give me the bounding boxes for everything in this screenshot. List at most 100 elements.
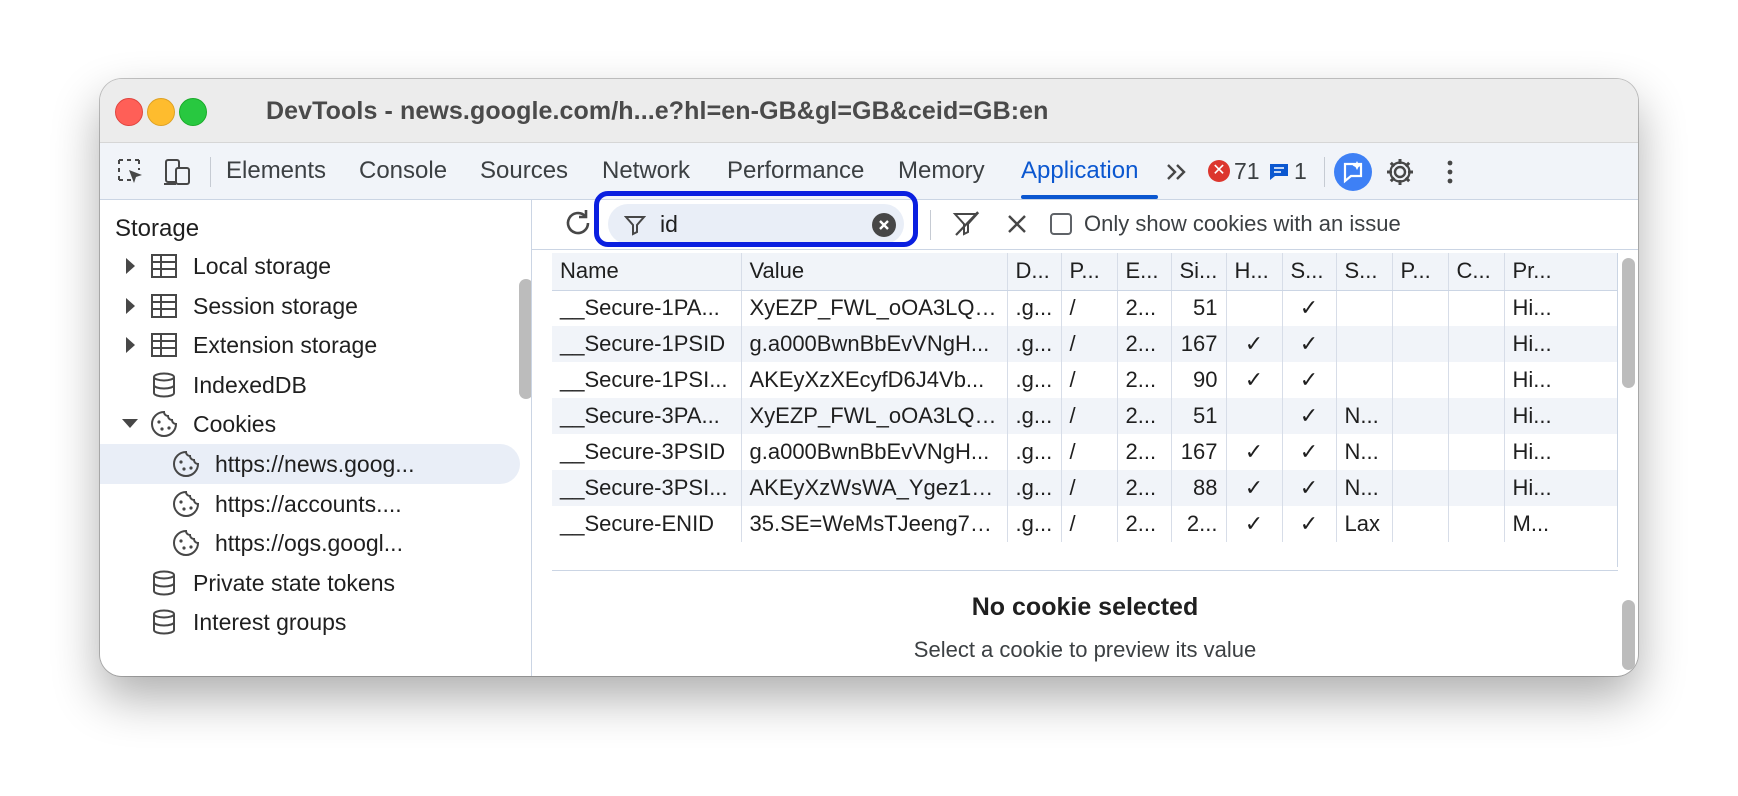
column-header-domain[interactable]: D...	[1007, 253, 1062, 291]
message-count[interactable]: 1	[1294, 158, 1307, 185]
cell-name: __Secure-1PSID	[552, 326, 742, 362]
error-count[interactable]: 71	[1234, 158, 1260, 185]
cookie-preview-pane: No cookie selected Select a cookie to pr…	[552, 570, 1618, 676]
cell-name: __Secure-1PA...	[552, 290, 742, 326]
delete-all-cookies-icon[interactable]	[1002, 209, 1032, 239]
table-header-row: Name Value D... P... E... Si... H... S..…	[552, 253, 1617, 291]
devtools-window: DevTools - news.google.com/h...e?hl=en-G…	[100, 79, 1638, 676]
expand-arrow-icon[interactable]	[126, 298, 135, 314]
tab-performance[interactable]: Performance	[727, 157, 864, 185]
table-row[interactable]: __Secure-ENID 35.SE=WeMsTJeeng7u... .g... /…	[552, 506, 1617, 542]
sidebar-item-label: Cookies	[193, 411, 277, 437]
cell-samesite	[1336, 362, 1393, 398]
cell-expires: 2...	[1117, 398, 1172, 434]
sidebar-item-label: https://accounts....	[215, 491, 402, 517]
table-row[interactable]: __Secure-1PA... XyEZP_FWL_oOA3LQ/... .g...…	[552, 290, 1617, 326]
tab-console[interactable]: Console	[359, 157, 447, 185]
cell-httponly	[1226, 290, 1283, 326]
cell-partition-key	[1392, 290, 1449, 326]
storage-heading: Storage	[115, 215, 200, 242]
collapse-arrow-icon[interactable]	[122, 419, 138, 428]
tab-memory[interactable]: Memory	[898, 157, 985, 185]
sidebar-item-interest-groups[interactable]: Interest groups	[100, 602, 520, 642]
column-header-size[interactable]: Si...	[1171, 253, 1227, 291]
more-options-icon[interactable]	[1435, 157, 1465, 187]
settings-gear-icon[interactable]	[1385, 157, 1415, 187]
cookie-icon	[173, 529, 200, 556]
column-header-path[interactable]: P...	[1061, 253, 1118, 291]
column-header-partition-key[interactable]: P...	[1392, 253, 1449, 291]
cell-priority: Hi...	[1504, 326, 1617, 362]
sidebar-item-local-storage[interactable]: Local storage	[100, 246, 520, 286]
sidebar-item-indexeddb[interactable]: IndexedDB	[100, 365, 520, 405]
table-row[interactable]: __Secure-3PA... XyEZP_FWL_oOA3LQ/... .g...…	[552, 398, 1617, 434]
cell-path: /	[1061, 434, 1118, 470]
sidebar-item-private-state-tokens[interactable]: Private state tokens	[100, 563, 520, 603]
tab-sources[interactable]: Sources	[480, 157, 568, 185]
cell-priority: M...	[1504, 506, 1617, 542]
cell-samesite: N...	[1336, 398, 1393, 434]
table-row[interactable]: __Secure-3PSI... AKEyXzWsWA_Ygez16... .g..…	[552, 470, 1617, 506]
minimize-window-button[interactable]	[147, 98, 175, 126]
sidebar-scrollbar[interactable]	[519, 279, 531, 399]
preview-scrollbar[interactable]	[1622, 600, 1635, 670]
column-header-httponly[interactable]: H...	[1226, 253, 1283, 291]
column-header-cross-site[interactable]: C...	[1448, 253, 1505, 291]
expand-arrow-icon[interactable]	[126, 258, 135, 274]
refresh-icon[interactable]	[562, 207, 594, 239]
column-header-value[interactable]: Value	[741, 253, 1008, 291]
tab-application[interactable]: Application	[1021, 157, 1138, 185]
more-tabs-icon[interactable]	[1162, 157, 1192, 187]
cell-path: /	[1061, 362, 1118, 398]
toolbar-separator	[1324, 157, 1325, 187]
clear-filtered-cookies-icon[interactable]	[952, 209, 982, 239]
sidebar-item-cookie-accounts[interactable]: https://accounts....	[100, 484, 520, 524]
cell-name: __Secure-1PSI...	[552, 362, 742, 398]
table-row[interactable]: __Secure-3PSID g.a000BwnBbEvVNgH... .g... /…	[552, 434, 1617, 470]
cell-priority: Hi...	[1504, 398, 1617, 434]
expand-arrow-icon[interactable]	[126, 337, 135, 353]
cell-secure: ✓	[1282, 434, 1337, 470]
message-count-icon[interactable]	[1268, 162, 1290, 181]
cell-samesite	[1336, 326, 1393, 362]
cell-partition-key	[1392, 398, 1449, 434]
cell-httponly: ✓	[1226, 326, 1283, 362]
cell-cross-site	[1448, 326, 1505, 362]
column-header-priority[interactable]: Pr...	[1504, 253, 1617, 291]
sidebar-item-cookie-ogs[interactable]: https://ogs.googl...	[100, 523, 520, 563]
ai-assistance-button[interactable]	[1334, 153, 1372, 191]
cell-httponly: ✓	[1226, 362, 1283, 398]
sidebar-item-label: IndexedDB	[193, 372, 307, 398]
cell-partition-key	[1392, 506, 1449, 542]
column-header-expires[interactable]: E...	[1117, 253, 1172, 291]
cookies-table: Name Value D... P... E... Si... H... S..…	[552, 253, 1618, 567]
device-toolbar-icon[interactable]	[162, 157, 192, 187]
column-header-samesite[interactable]: S...	[1336, 253, 1393, 291]
sidebar-item-cookies[interactable]: Cookies	[100, 404, 520, 444]
sidebar-item-extension-storage[interactable]: Extension storage	[100, 325, 520, 365]
cell-partition-key	[1392, 362, 1449, 398]
cell-partition-key	[1392, 434, 1449, 470]
error-count-icon[interactable]: ✕	[1208, 160, 1230, 182]
table-scrollbar[interactable]	[1622, 258, 1635, 388]
database-icon	[153, 372, 175, 398]
sidebar-item-session-storage[interactable]: Session storage	[100, 286, 520, 326]
zoom-window-button[interactable]	[179, 98, 207, 126]
table-row[interactable]: __Secure-1PSID g.a000BwnBbEvVNgH... .g... /…	[552, 326, 1617, 362]
cell-httponly: ✓	[1226, 506, 1283, 542]
cell-value: XyEZP_FWL_oOA3LQ/...	[741, 398, 1008, 434]
cell-samesite: Lax	[1336, 506, 1393, 542]
sidebar-item-cookie-news-google[interactable]: https://news.goog...	[100, 444, 520, 484]
tab-network[interactable]: Network	[602, 157, 690, 185]
inspect-element-icon[interactable]	[116, 157, 146, 187]
only-issue-checkbox[interactable]	[1050, 213, 1072, 235]
cell-priority: Hi...	[1504, 290, 1617, 326]
tab-elements[interactable]: Elements	[226, 157, 326, 185]
cell-size: 51	[1171, 398, 1227, 434]
column-header-secure[interactable]: S...	[1282, 253, 1337, 291]
table-row[interactable]: __Secure-1PSI... AKEyXzXEcyfD6J4Vb... .g..…	[552, 362, 1617, 398]
column-header-name[interactable]: Name	[552, 253, 742, 291]
only-issue-label[interactable]: Only show cookies with an issue	[1084, 211, 1401, 237]
close-window-button[interactable]	[115, 98, 143, 126]
cell-domain: .g...	[1007, 470, 1062, 506]
